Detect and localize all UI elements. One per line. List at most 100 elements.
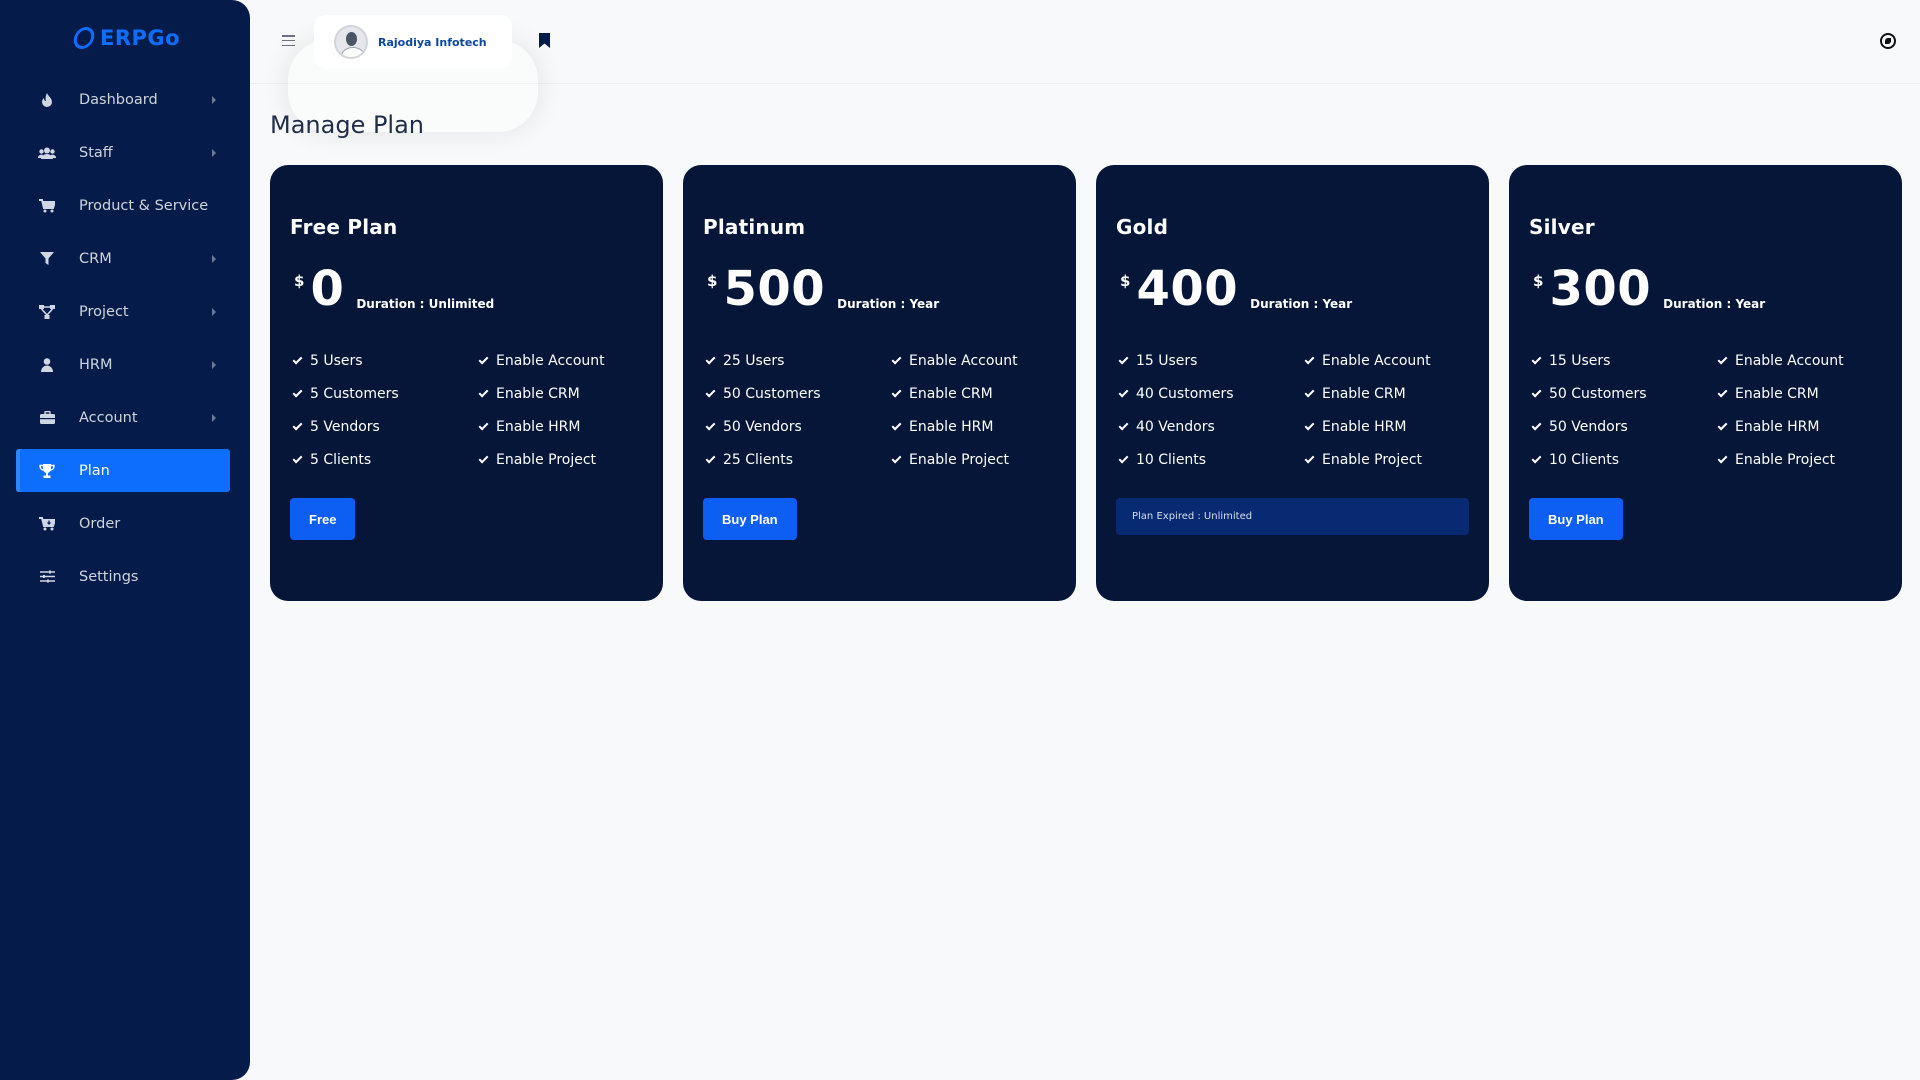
check-icon [891, 453, 902, 463]
feature-item: 5 Users [292, 351, 478, 370]
buy-plan-button[interactable]: Buy Plan [703, 498, 797, 540]
bookmark-icon[interactable] [539, 33, 550, 48]
menu-toggle-icon[interactable] [282, 35, 295, 46]
project-icon [38, 303, 56, 321]
users-icon [38, 144, 56, 162]
sidebar-item-project[interactable]: Project [20, 290, 230, 333]
sidebar-item-dashboard[interactable]: Dashboard [20, 78, 230, 121]
globe-icon[interactable] [1880, 33, 1896, 49]
sidebar-item-label: Account [79, 409, 138, 426]
plan-price: $ 0 Duration : Unlimited [294, 265, 494, 313]
feature-label: 25 Clients [723, 451, 794, 468]
sidebar-item-staff[interactable]: Staff [20, 131, 230, 174]
check-icon [1717, 453, 1728, 463]
check-icon [292, 387, 303, 397]
sidebar-item-label: Plan [79, 462, 110, 479]
feature-item: 5 Clients [292, 450, 478, 469]
free-plan-button[interactable]: Free [290, 498, 356, 540]
logo-mark-icon [71, 27, 97, 49]
plan-duration: Duration : Year [1250, 297, 1353, 311]
feature-label: Enable CRM [1322, 385, 1406, 402]
sidebar-item-product-service[interactable]: Product & Service [20, 184, 230, 227]
trophy-icon [38, 462, 56, 480]
chevron-right-icon [212, 254, 216, 263]
plan-name: Silver [1529, 215, 1595, 239]
feature-label: 10 Clients [1136, 451, 1207, 468]
feature-label: 5 Users [310, 352, 363, 369]
sidebar-nav: Dashboard Staff Product & Service CRM Pr… [20, 78, 230, 608]
feature-item: 40 Customers [1118, 384, 1304, 403]
sidebar-item-order[interactable]: Order [20, 502, 230, 545]
sidebar-item-label: Product & Service [79, 197, 209, 214]
briefcase-icon [38, 409, 56, 427]
feature-label: Enable HRM [1735, 418, 1820, 435]
user-name: Rajodiya Infotech [378, 35, 487, 49]
feature-list: 15 Users Enable Account 50 Customers Ena… [1531, 351, 1903, 469]
plan-name: Platinum [703, 215, 806, 239]
check-icon [478, 387, 489, 397]
feature-label: 15 Users [1136, 352, 1198, 369]
plan-price: $ 400 Duration : Year [1120, 265, 1352, 313]
sidebar-item-hrm[interactable]: HRM [20, 343, 230, 386]
currency-symbol: $ [294, 272, 305, 290]
check-icon [1118, 354, 1129, 364]
plan-card-gold: Gold $ 400 Duration : Year 15 Users Enab… [1096, 165, 1489, 601]
sidebar-item-crm[interactable]: CRM [20, 237, 230, 280]
plan-cards: Free Plan $ 0 Duration : Unlimited 5 Use… [270, 165, 1902, 601]
app-logo[interactable]: ERPGo [71, 26, 181, 50]
sidebar-item-settings[interactable]: Settings [20, 555, 230, 598]
user-menu[interactable]: Rajodiya Infotech [314, 15, 512, 69]
check-icon [705, 387, 716, 397]
plan-price: $ 300 Duration : Year [1533, 265, 1765, 313]
sidebar: ERPGo Dashboard Staff Product & Service [0, 0, 250, 1080]
chevron-right-icon [212, 360, 216, 369]
sidebar-item-label: Staff [79, 144, 113, 161]
price-amount: 0 [310, 261, 345, 317]
feature-item: Enable CRM [891, 384, 1077, 403]
filter-icon [38, 250, 56, 268]
plan-duration: Duration : Unlimited [356, 297, 495, 311]
sidebar-item-label: Dashboard [79, 91, 158, 108]
sidebar-item-plan[interactable]: Plan [20, 449, 230, 492]
currency-symbol: $ [1533, 272, 1544, 290]
check-icon [1531, 453, 1542, 463]
feature-label: Enable HRM [1322, 418, 1407, 435]
feature-item: Enable HRM [891, 417, 1077, 436]
buy-plan-button[interactable]: Buy Plan [1529, 498, 1623, 540]
sidebar-item-label: CRM [79, 250, 112, 267]
avatar [334, 25, 368, 59]
check-icon [1531, 387, 1542, 397]
feature-item: Enable Account [1717, 351, 1903, 370]
feature-label: 5 Customers [310, 385, 399, 402]
price-amount: 400 [1136, 261, 1239, 317]
check-icon [705, 420, 716, 430]
plan-name: Gold [1116, 215, 1169, 239]
feature-item: Enable Account [478, 351, 664, 370]
check-icon [1118, 453, 1129, 463]
check-icon [705, 453, 716, 463]
feature-list: 15 Users Enable Account 40 Customers Ena… [1118, 351, 1490, 469]
feature-item: Enable Account [891, 351, 1077, 370]
sidebar-item-label: Project [79, 303, 129, 320]
feature-label: 10 Clients [1549, 451, 1620, 468]
sliders-icon [38, 568, 56, 586]
feature-item: 10 Clients [1531, 450, 1717, 469]
check-icon [1531, 354, 1542, 364]
check-icon [292, 453, 303, 463]
feature-item: 50 Customers [705, 384, 891, 403]
feature-label: Enable HRM [496, 418, 581, 435]
sidebar-item-account[interactable]: Account [20, 396, 230, 439]
feature-item: 5 Customers [292, 384, 478, 403]
check-icon [478, 354, 489, 364]
feature-list: 5 Users Enable Account 5 Customers Enabl… [292, 351, 664, 469]
feature-item: Enable Project [891, 450, 1077, 469]
check-icon [292, 420, 303, 430]
check-icon [292, 354, 303, 364]
logo-text: ERPGo [100, 26, 181, 50]
feature-item: 50 Customers [1531, 384, 1717, 403]
feature-item: 25 Clients [705, 450, 891, 469]
feature-label: Enable HRM [909, 418, 994, 435]
check-icon [891, 387, 902, 397]
plan-card-free: Free Plan $ 0 Duration : Unlimited 5 Use… [270, 165, 663, 601]
feature-label: Enable Account [496, 352, 605, 369]
